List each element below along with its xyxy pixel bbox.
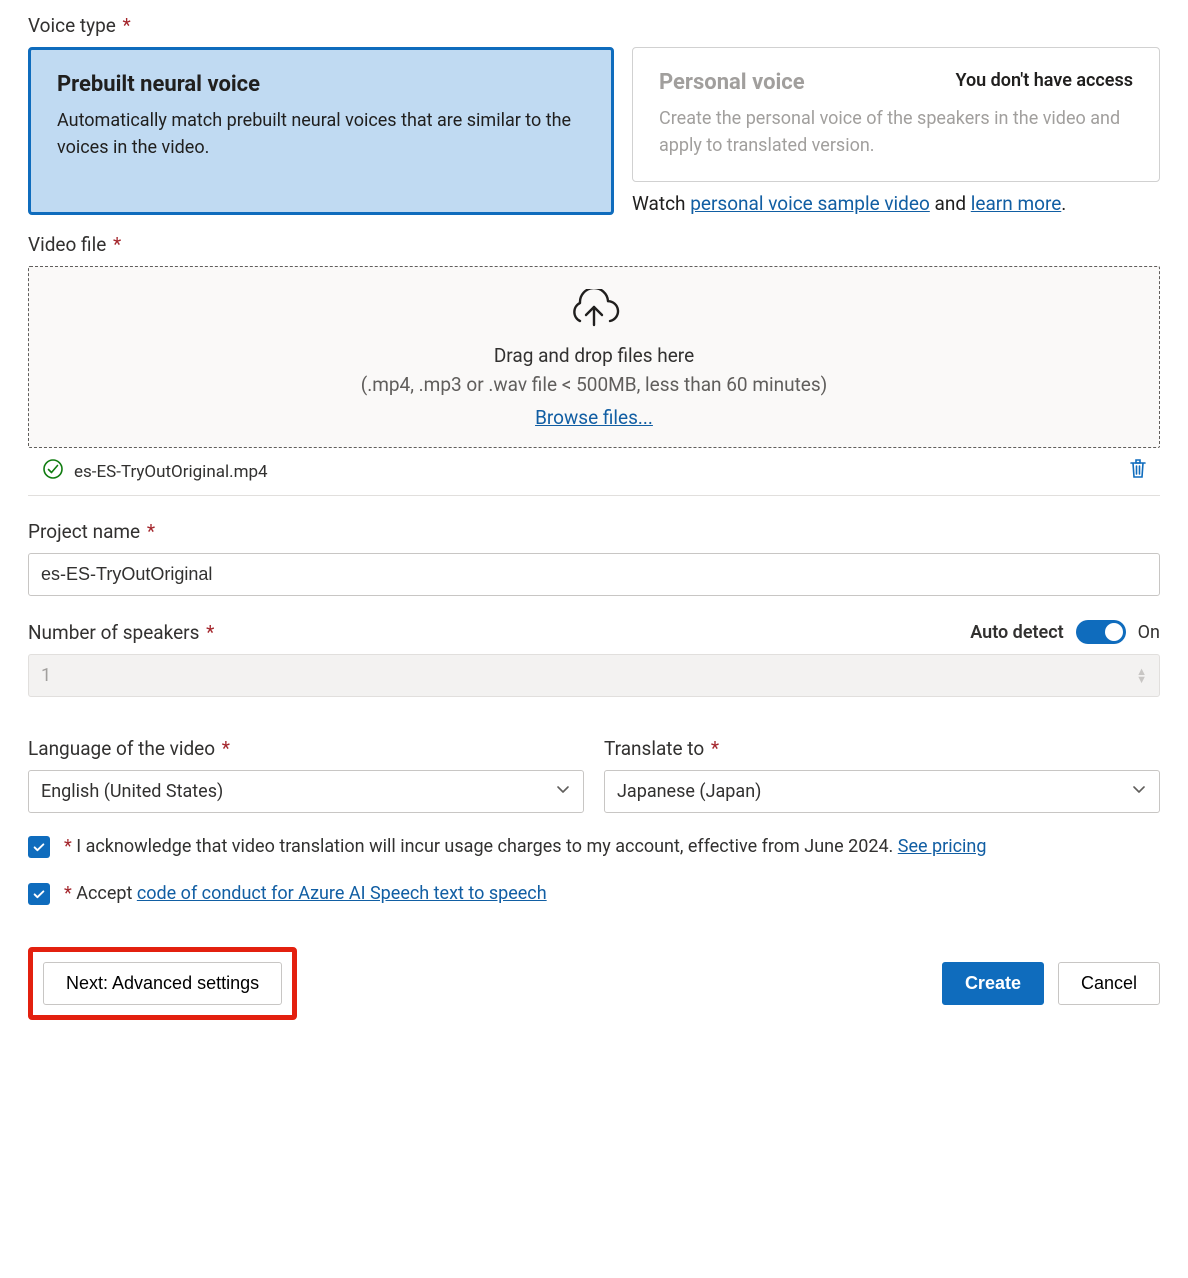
code-of-conduct-link[interactable]: code of conduct for Azure AI Speech text… [137, 883, 547, 904]
success-icon [42, 458, 64, 485]
charges-checkbox[interactable] [28, 836, 50, 858]
voice-type-card-personal[interactable]: Personal voice You don't have access Cre… [632, 47, 1160, 182]
upload-icon [39, 289, 1149, 338]
file-hint: (.mp4, .mp3 or .wav file < 500MB, less t… [39, 373, 1149, 396]
auto-detect-label: Auto detect [970, 622, 1063, 643]
code-of-conduct-checkbox[interactable] [28, 883, 50, 905]
target-language-label: Translate to * [604, 737, 1160, 760]
chevron-down-icon [1131, 781, 1147, 802]
video-dropzone[interactable]: Drag and drop files here (.mp4, .mp3 or … [28, 266, 1160, 448]
see-pricing-link[interactable]: See pricing [898, 836, 987, 857]
sample-video-link[interactable]: personal voice sample video [690, 192, 930, 215]
toggle-state: On [1138, 622, 1160, 643]
prebuilt-title: Prebuilt neural voice [57, 72, 585, 97]
speakers-label: Number of speakers * [28, 621, 214, 644]
voice-type-label: Voice type * [28, 14, 1160, 37]
personal-watch-line: Watch personal voice sample video and le… [632, 192, 1160, 215]
source-language-select[interactable]: English (United States) [28, 770, 584, 813]
required-star: * [118, 14, 131, 37]
accept-text: * Accept code of conduct for Azure AI Sp… [62, 880, 547, 907]
personal-desc: Create the personal voice of the speaker… [659, 105, 1133, 159]
create-button[interactable]: Create [942, 962, 1044, 1005]
chevron-down-icon [555, 781, 571, 802]
drag-text: Drag and drop files here [39, 344, 1149, 367]
learn-more-link[interactable]: learn more [971, 192, 1062, 215]
speakers-value: 1 [41, 665, 51, 686]
voice-type-card-prebuilt[interactable]: Prebuilt neural voice Automatically matc… [28, 47, 614, 215]
personal-title: Personal voice [659, 70, 805, 95]
next-button-highlight: Next: Advanced settings [28, 947, 297, 1020]
uploaded-file-name: es-ES-TryOutOriginal.mp4 [74, 462, 268, 482]
source-language-value: English (United States) [41, 781, 223, 802]
project-name-label: Project name * [28, 520, 1160, 543]
cancel-button[interactable]: Cancel [1058, 962, 1160, 1005]
charges-text: * I acknowledge that video translation w… [62, 833, 986, 860]
project-name-input[interactable] [28, 553, 1160, 596]
auto-detect-toggle[interactable] [1076, 620, 1126, 644]
uploaded-file-row: es-ES-TryOutOriginal.mp4 [28, 448, 1160, 496]
target-language-value: Japanese (Japan) [617, 781, 761, 802]
stepper-arrows-icon: ▲▼ [1136, 668, 1147, 684]
video-file-label: Video file * [28, 233, 1160, 256]
target-language-select[interactable]: Japanese (Japan) [604, 770, 1160, 813]
browse-files-link[interactable]: Browse files... [535, 406, 653, 429]
delete-file-button[interactable] [1128, 458, 1148, 485]
no-access-badge: You don't have access [955, 70, 1133, 91]
speakers-stepper: 1 ▲▼ [28, 654, 1160, 697]
next-advanced-settings-button[interactable]: Next: Advanced settings [43, 962, 282, 1005]
prebuilt-desc: Automatically match prebuilt neural voic… [57, 107, 585, 161]
source-language-label: Language of the video * [28, 737, 584, 760]
